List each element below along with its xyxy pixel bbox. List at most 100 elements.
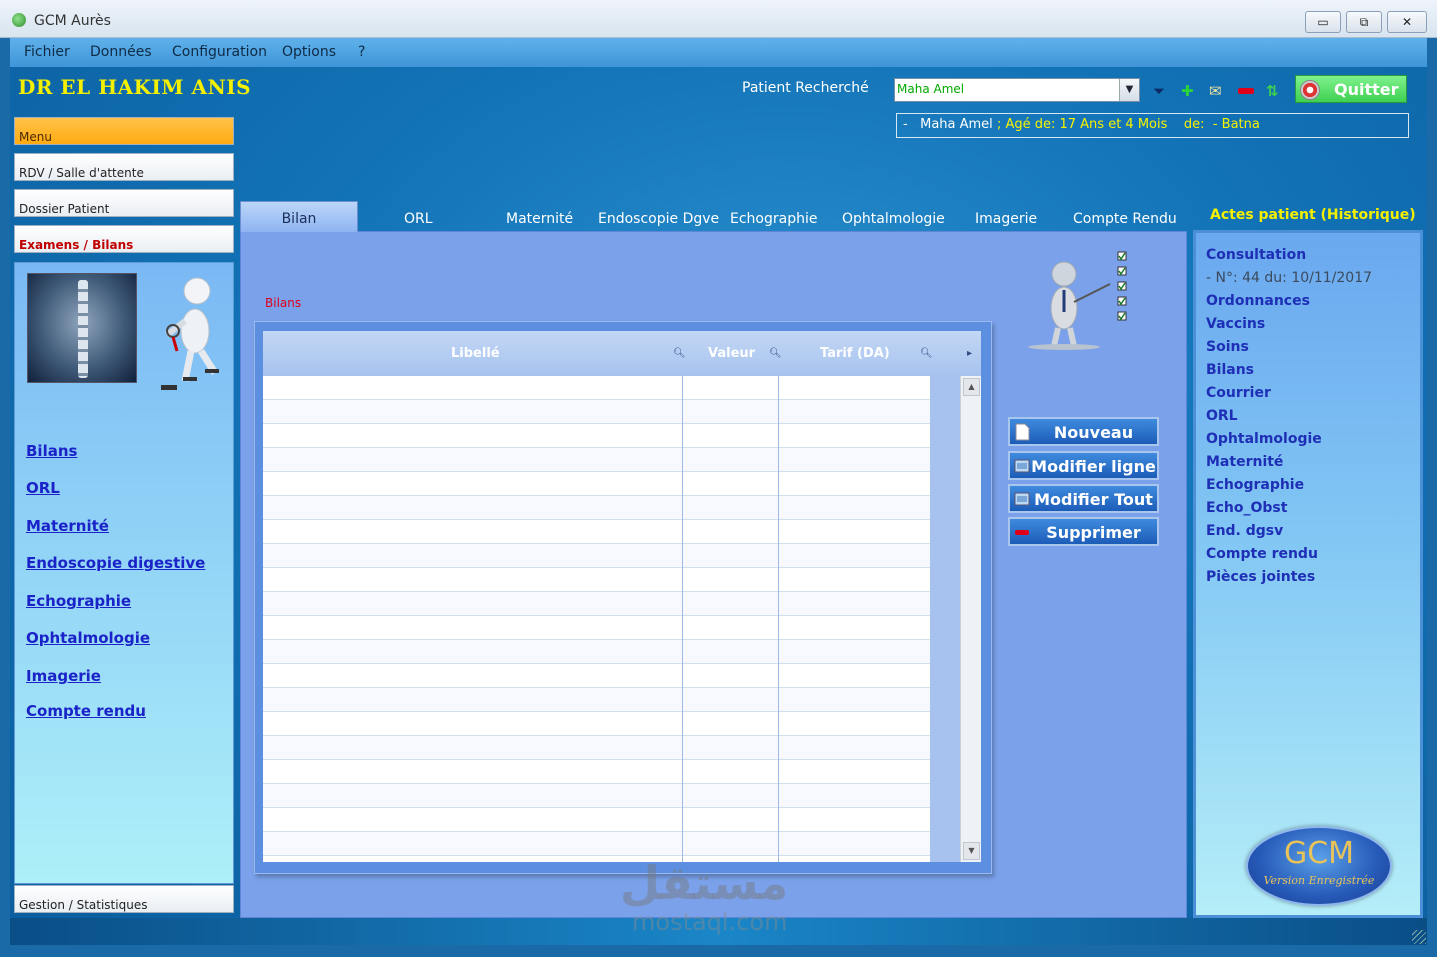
history-item-bilans[interactable]: Bilans bbox=[1206, 362, 1254, 378]
table-row[interactable] bbox=[263, 664, 930, 688]
history-item-orl[interactable]: ORL bbox=[1206, 408, 1238, 424]
resize-grip[interactable] bbox=[1412, 930, 1426, 944]
history-item-ordonnances[interactable]: Ordonnances bbox=[1206, 293, 1310, 309]
history-item-compte-rendu[interactable]: Compte rendu bbox=[1206, 546, 1318, 562]
search-icon[interactable]: 🔍︎ bbox=[920, 348, 933, 359]
modifier-tout-label: Modifier Tout bbox=[1034, 490, 1153, 509]
left-link-compte-rendu[interactable]: Compte rendu bbox=[26, 702, 146, 720]
supprimer-label: Supprimer bbox=[1046, 523, 1141, 542]
sidebar-gestion-button[interactable]: Gestion / Statistiques bbox=[14, 885, 234, 913]
restore-button[interactable]: ⧉ bbox=[1346, 11, 1382, 33]
patient-select-value: Maha Amel bbox=[897, 82, 965, 96]
left-link-echographie[interactable]: Echographie bbox=[26, 592, 131, 610]
grid-scrollbar[interactable]: ▲ ▼ bbox=[960, 376, 981, 862]
gcm-logo-subtitle: Version Enregistrée bbox=[1263, 874, 1375, 887]
tab-compte-rendu[interactable]: Compte Rendu bbox=[1073, 211, 1177, 227]
gcm-logo: GCM Version Enregistrée bbox=[1246, 826, 1392, 906]
tab-maternite[interactable]: Maternité bbox=[506, 211, 573, 227]
left-panel bbox=[14, 262, 234, 884]
modifier-tout-button[interactable]: Modifier Tout bbox=[1008, 484, 1159, 513]
left-link-bilans[interactable]: Bilans bbox=[26, 442, 77, 460]
scroll-up-arrow[interactable]: ▲ bbox=[963, 378, 980, 396]
remove-icon[interactable] bbox=[1238, 88, 1254, 94]
table-row[interactable] bbox=[263, 520, 930, 544]
menu-configuration[interactable]: Configuration bbox=[172, 44, 267, 60]
history-item-maternite[interactable]: Maternité bbox=[1206, 454, 1283, 470]
minimize-button[interactable]: ▭ bbox=[1305, 11, 1341, 33]
tab-ophtalmologie[interactable]: Ophtalmologie bbox=[842, 211, 945, 227]
envelope-icon[interactable]: ✉ bbox=[1209, 84, 1222, 99]
menu-donnees[interactable]: Données bbox=[90, 44, 152, 60]
column-tarif[interactable]: Tarif (DA) bbox=[820, 346, 890, 361]
table-row[interactable] bbox=[263, 784, 930, 808]
tab-echographie[interactable]: Echographie bbox=[730, 211, 817, 227]
chevron-down-icon[interactable]: ▼ bbox=[1119, 79, 1139, 101]
sidebar-menu-button[interactable]: Menu bbox=[14, 117, 234, 145]
column-divider bbox=[682, 376, 683, 862]
history-item-pieces-jointes[interactable]: Pièces jointes bbox=[1206, 569, 1315, 585]
history-item-vaccins[interactable]: Vaccins bbox=[1206, 316, 1265, 332]
table-row[interactable] bbox=[263, 808, 930, 832]
filter-icon[interactable]: ⏷ bbox=[1153, 84, 1165, 99]
table-row[interactable] bbox=[263, 760, 930, 784]
tab-imagerie[interactable]: Imagerie bbox=[975, 211, 1037, 227]
left-link-endoscopie[interactable]: Endoscopie digestive bbox=[26, 554, 205, 572]
tab-endoscopie[interactable]: Endoscopie Dgve bbox=[598, 211, 719, 227]
quit-icon bbox=[1300, 80, 1320, 100]
history-item-soins[interactable]: Soins bbox=[1206, 339, 1249, 355]
table-row[interactable] bbox=[263, 376, 930, 400]
history-item-ophtalmologie[interactable]: Ophtalmologie bbox=[1206, 431, 1322, 447]
table-row[interactable] bbox=[263, 640, 930, 664]
history-item-echographie[interactable]: Echographie bbox=[1206, 477, 1304, 493]
table-row[interactable] bbox=[263, 592, 930, 616]
table-row[interactable] bbox=[263, 496, 930, 520]
modifier-ligne-button[interactable]: Modifier ligne bbox=[1008, 451, 1159, 480]
supprimer-button[interactable]: Supprimer bbox=[1008, 517, 1159, 546]
column-libelle[interactable]: Libellé bbox=[451, 346, 500, 361]
table-row[interactable] bbox=[263, 712, 930, 736]
table-row[interactable] bbox=[263, 544, 930, 568]
table-row[interactable] bbox=[263, 568, 930, 592]
nouveau-button[interactable]: Nouveau bbox=[1008, 417, 1159, 446]
menu-fichier[interactable]: Fichier bbox=[24, 44, 70, 60]
table-row[interactable] bbox=[263, 448, 930, 472]
history-title: Actes patient (Historique) bbox=[1210, 207, 1416, 223]
history-item-end-dgsv[interactable]: End. dgsv bbox=[1206, 523, 1283, 539]
grid-body[interactable] bbox=[263, 376, 930, 862]
refresh-icon[interactable]: ⇅ bbox=[1266, 84, 1279, 99]
left-link-imagerie[interactable]: Imagerie bbox=[26, 667, 101, 685]
table-row[interactable] bbox=[263, 400, 930, 424]
sidebar-dossier-button[interactable]: Dossier Patient bbox=[14, 189, 234, 217]
history-item-courrier[interactable]: Courrier bbox=[1206, 385, 1271, 401]
table-row[interactable] bbox=[263, 832, 930, 856]
quit-button[interactable]: Quitter bbox=[1295, 75, 1407, 103]
table-row[interactable] bbox=[263, 472, 930, 496]
tab-bilan[interactable]: Bilan bbox=[240, 201, 358, 232]
left-link-orl[interactable]: ORL bbox=[26, 479, 60, 497]
table-row[interactable] bbox=[263, 688, 930, 712]
table-row[interactable] bbox=[263, 736, 930, 760]
history-item-consultation[interactable]: Consultation bbox=[1206, 247, 1306, 263]
patient-search-label: Patient Recherché bbox=[742, 80, 869, 96]
tab-orl[interactable]: ORL bbox=[404, 211, 433, 227]
chevron-right-icon[interactable]: ▸ bbox=[967, 348, 972, 359]
left-link-ophtalmologie[interactable]: Ophtalmologie bbox=[26, 629, 150, 647]
scroll-down-arrow[interactable]: ▼ bbox=[963, 842, 980, 860]
watermark-arabic: مستقل bbox=[620, 856, 789, 910]
add-icon[interactable]: ✚ bbox=[1181, 84, 1194, 99]
menu-options[interactable]: Options bbox=[282, 44, 336, 60]
left-link-maternite[interactable]: Maternité bbox=[26, 517, 109, 535]
search-icon[interactable]: 🔍︎ bbox=[673, 348, 686, 359]
sidebar-examens-button[interactable]: Examens / Bilans bbox=[14, 225, 234, 253]
table-row[interactable] bbox=[263, 424, 930, 448]
menu-help[interactable]: ? bbox=[358, 44, 365, 60]
search-icon[interactable]: 🔍︎ bbox=[769, 348, 782, 359]
sidebar-rdv-button[interactable]: RDV / Salle d'attente bbox=[14, 153, 234, 181]
menu-bar: Fichier Données Configuration Options ? bbox=[10, 38, 1427, 67]
patient-select[interactable]: Maha Amel ▼ bbox=[894, 78, 1140, 102]
history-item-echo-obst[interactable]: Echo_Obst bbox=[1206, 500, 1287, 516]
history-consultation-detail[interactable]: - N°: 44 du: 10/11/2017 bbox=[1206, 270, 1372, 286]
column-valeur[interactable]: Valeur bbox=[708, 346, 755, 361]
table-row[interactable] bbox=[263, 616, 930, 640]
close-button[interactable]: ✕ bbox=[1387, 11, 1427, 33]
